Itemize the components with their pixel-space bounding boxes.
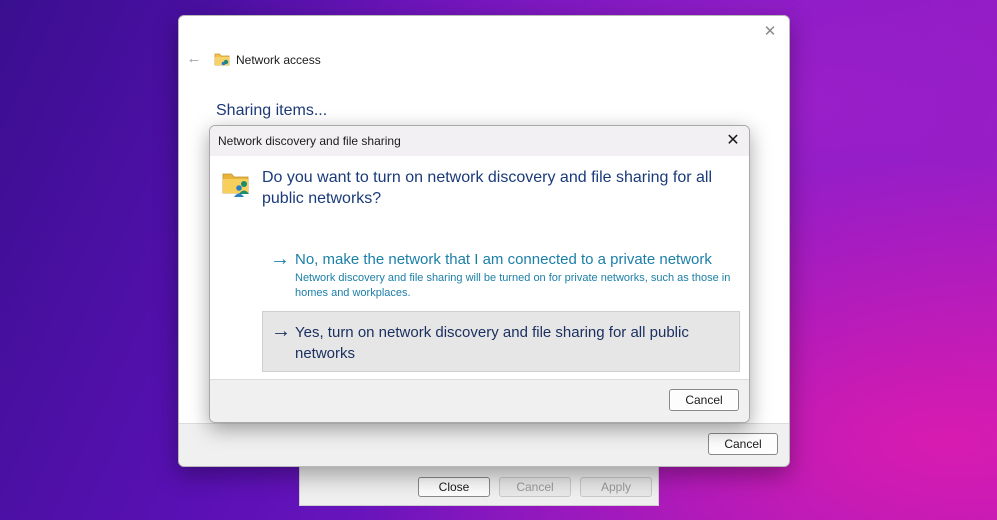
private-network-option[interactable]: → No, make the network that I am connect… — [262, 248, 740, 302]
dialog-footer: Cancel — [210, 379, 749, 422]
network-discovery-dialog: Network discovery and file sharing ✕ Do … — [209, 125, 750, 423]
sharing-status-heading: Sharing items... — [216, 102, 328, 119]
dialog-titlebar: Network discovery and file sharing ✕ — [210, 126, 749, 156]
close-icon[interactable]: ✕ — [759, 21, 781, 43]
desktop-background: Close Cancel Apply ✕ ← Network access Sh… — [0, 0, 997, 520]
back-arrow-icon[interactable]: ← — [185, 50, 203, 68]
cancel-button[interactable]: Cancel — [708, 433, 778, 455]
cancel-button-disabled: Cancel — [499, 477, 571, 497]
arrow-right-icon: → — [270, 248, 290, 270]
option-label: No, make the network that I am connected… — [295, 251, 712, 268]
cancel-button[interactable]: Cancel — [669, 389, 739, 411]
public-network-option[interactable]: → Yes, turn on network discovery and fil… — [262, 311, 740, 372]
arrow-right-icon: → — [271, 320, 291, 342]
option-description: Network discovery and file sharing will … — [295, 272, 731, 299]
apply-button-disabled: Apply — [580, 477, 652, 497]
dialog-title: Network discovery and file sharing — [218, 134, 401, 148]
dialog-question: Do you want to turn on network discovery… — [262, 169, 713, 207]
window-footer: Cancel — [179, 423, 789, 466]
properties-window: Close Cancel Apply — [299, 462, 659, 506]
close-button[interactable]: Close — [418, 477, 490, 497]
option-label: Yes, turn on network discovery and file … — [295, 324, 689, 362]
network-folder-icon — [214, 52, 231, 67]
close-icon[interactable]: ✕ — [722, 130, 744, 152]
window-title: Network access — [236, 53, 321, 67]
shared-folder-users-icon — [222, 170, 252, 198]
